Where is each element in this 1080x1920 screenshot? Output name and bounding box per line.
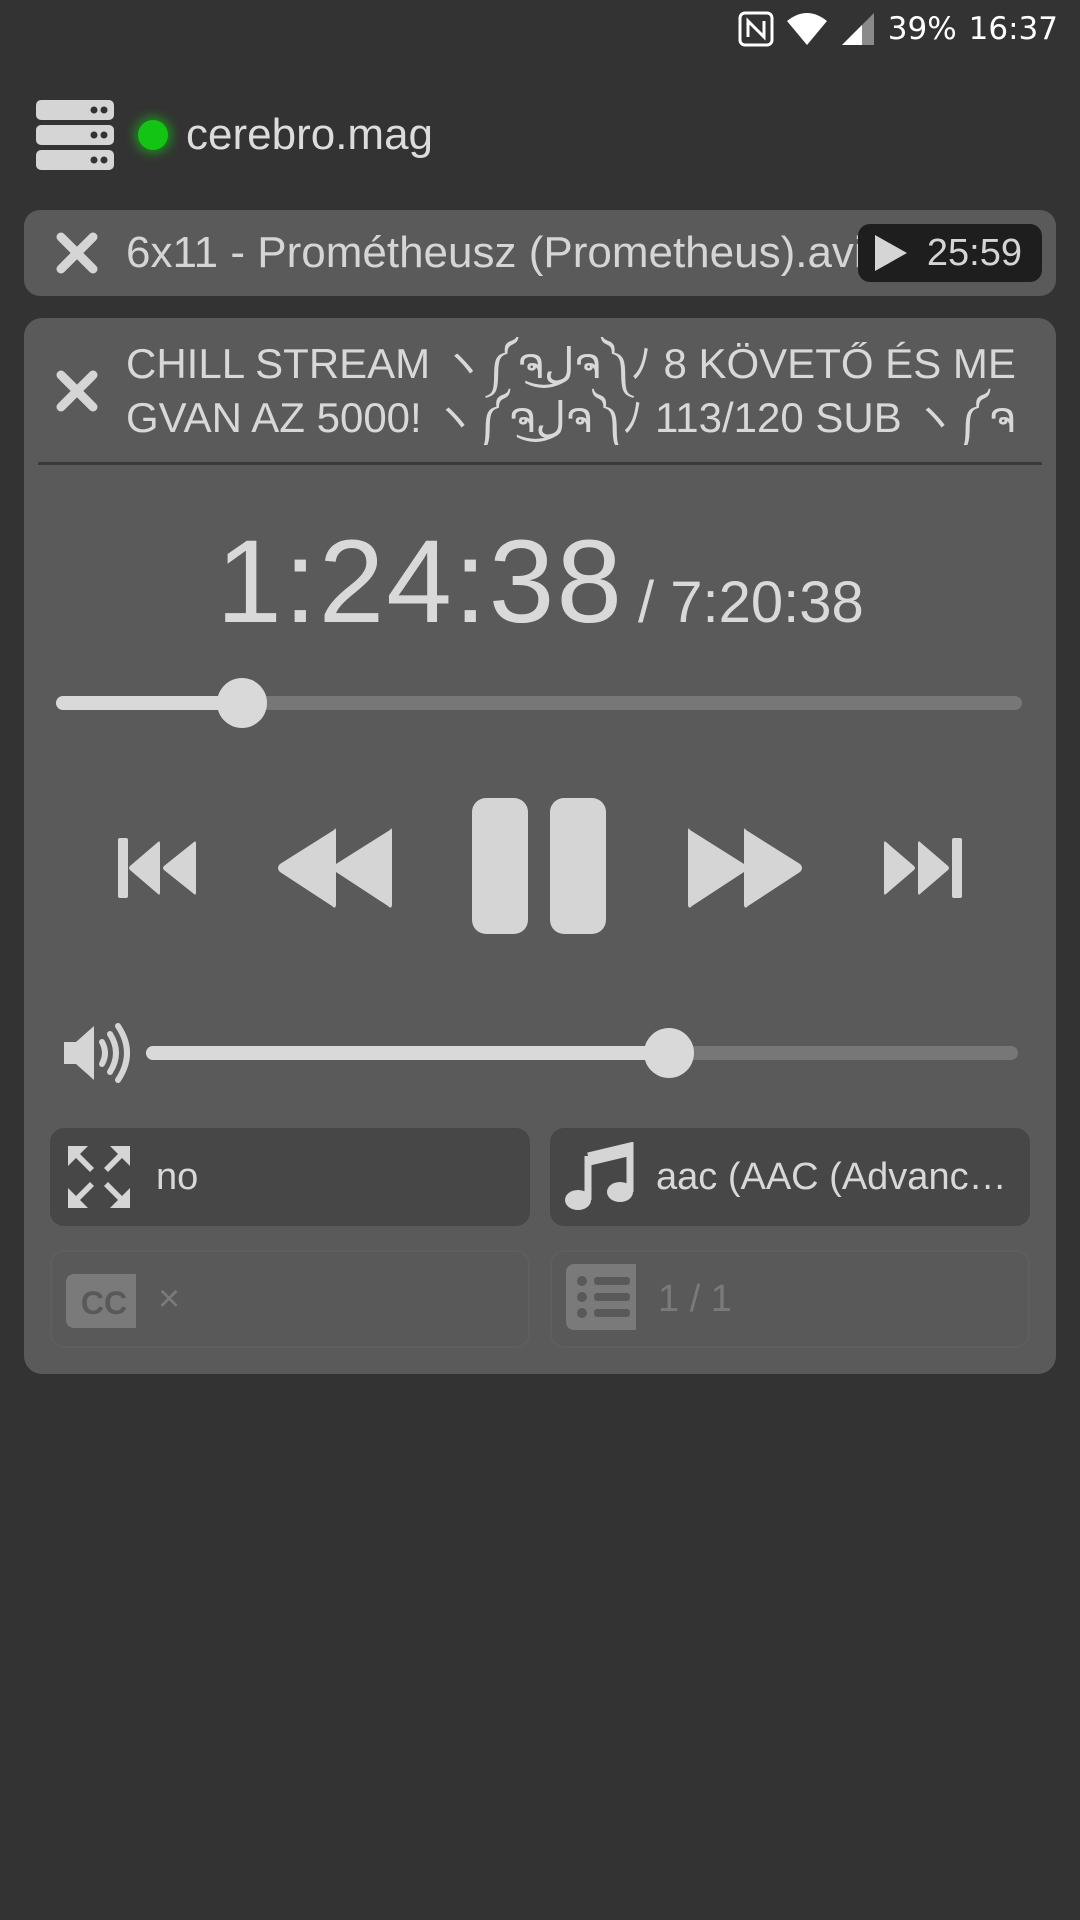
cc-icon: CC bbox=[66, 1274, 136, 1328]
divider bbox=[38, 462, 1042, 465]
fullscreen-value: no bbox=[156, 1155, 199, 1198]
audio-track-value: aac (AAC (Advanc… bbox=[656, 1155, 1007, 1198]
clock: 16:37 bbox=[968, 11, 1058, 47]
fullscreen-toggle[interactable]: no bbox=[50, 1128, 530, 1226]
close-icon[interactable] bbox=[52, 228, 102, 278]
pause-icon[interactable] bbox=[472, 798, 608, 934]
connection-status-dot bbox=[138, 120, 168, 150]
seek-slider-fill bbox=[56, 696, 243, 710]
battery-level: 39% bbox=[887, 11, 957, 47]
skip-previous-icon[interactable] bbox=[118, 838, 198, 898]
svg-text:CC: CC bbox=[81, 1285, 127, 1321]
playlist-selector[interactable]: 1 / 1 bbox=[550, 1250, 1030, 1348]
playback-controls bbox=[24, 798, 1056, 938]
fullscreen-icon bbox=[68, 1146, 130, 1208]
now-playing-title: CHILL STREAM ヽ༼ຈل͜ຈ༽ﾉ 8 KÖVETŐ ÉS MEGVAN… bbox=[126, 340, 1016, 441]
signal-icon bbox=[840, 11, 876, 47]
volume-slider-handle[interactable] bbox=[644, 1028, 695, 1078]
current-time: 1:24:38 bbox=[216, 516, 624, 648]
subtitles-value: × bbox=[158, 1277, 181, 1320]
volume-slider[interactable] bbox=[146, 1028, 1018, 1078]
rewind-icon[interactable] bbox=[276, 824, 392, 912]
fast-forward-icon[interactable] bbox=[688, 824, 804, 912]
volume-icon[interactable] bbox=[60, 1018, 130, 1088]
queue-item[interactable]: 6x11 - Prométheusz (Prometheus).avi 25:5… bbox=[24, 210, 1056, 296]
status-bar: 39% 16:37 bbox=[0, 0, 1080, 58]
nfc-icon bbox=[738, 11, 774, 47]
queue-play-button[interactable]: 25:59 bbox=[858, 224, 1042, 282]
music-note-icon bbox=[565, 1142, 634, 1210]
play-icon bbox=[874, 235, 907, 271]
player-card: CHILL STREAM ヽ༼ຈل͜ຈ༽ﾉ 8 KÖVETŐ ÉS MEGVAN… bbox=[24, 318, 1056, 1374]
time-display: 1:24:38 / 7:20:38 bbox=[24, 514, 1056, 648]
seek-slider[interactable] bbox=[56, 678, 1022, 728]
audio-track-selector[interactable]: aac (AAC (Advanc… bbox=[550, 1128, 1030, 1226]
player-header: CHILL STREAM ヽ༼ຈل͜ຈ༽ﾉ 8 KÖVETŐ ÉS MEGVAN… bbox=[24, 318, 1056, 464]
total-time: / 7:20:38 bbox=[637, 570, 864, 635]
playlist-icon bbox=[566, 1264, 636, 1330]
host-name: cerebro.mag bbox=[186, 110, 434, 159]
subtitles-selector[interactable]: CC × bbox=[50, 1250, 530, 1348]
skip-next-icon[interactable] bbox=[882, 838, 962, 898]
volume-slider-fill bbox=[146, 1046, 670, 1060]
wifi-icon bbox=[786, 11, 828, 47]
app-header: cerebro.mag bbox=[0, 80, 1080, 190]
queue-item-duration: 25:59 bbox=[926, 231, 1022, 274]
seek-slider-handle[interactable] bbox=[217, 678, 268, 728]
close-icon[interactable] bbox=[52, 366, 102, 416]
server-icon[interactable] bbox=[36, 100, 114, 170]
playlist-position: 1 / 1 bbox=[658, 1277, 732, 1320]
